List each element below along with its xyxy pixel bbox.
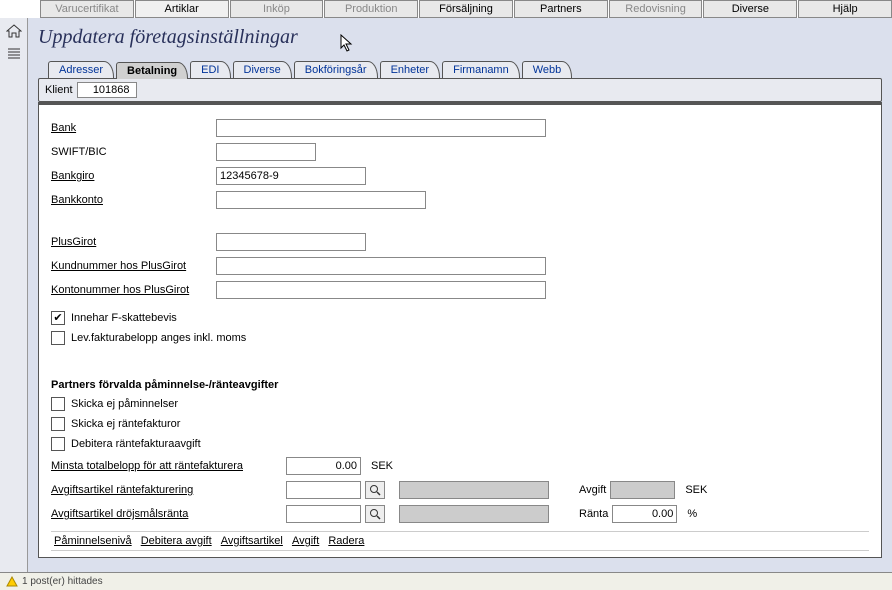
form-panel: Bank SWIFT/BIC Bankgiro Bankkonto PlusGi… [38,102,882,558]
checkbox-fskatt[interactable]: ✔ [51,311,65,325]
input-minsta[interactable] [286,457,361,475]
section-partners-header: Partners förvalda påminnelse-/ränteavgif… [51,379,869,391]
tab-enheter[interactable]: Enheter [380,61,441,78]
label-bankgiro: Bankgiro [51,170,216,182]
status-text: 1 post(er) hittades [22,576,103,587]
label-skicka-rantefakturor: Skicka ej räntefakturor [71,418,180,430]
tab-adresser[interactable]: Adresser [48,61,114,78]
readonly-dr-desc [399,505,549,523]
label-levfaktura: Lev.fakturabelopp anges inkl. moms [71,332,246,344]
label-bankkonto: Bankkonto [51,194,216,206]
page-title: Uppdatera företagsinställningar [38,26,882,49]
main-panel: Uppdatera företagsinställningar Adresser… [28,18,892,573]
klient-label: Klient [45,84,73,96]
input-ranta[interactable] [612,505,677,523]
readonly-avgift-value [610,481,675,499]
label-kontonummer: Kontonummer hos PlusGirot [51,284,216,296]
col-avgift[interactable]: Avgift [289,535,322,547]
tab-row: Adresser Betalning EDI Diverse Bokföring… [48,61,882,78]
menu-varucertifikat[interactable]: Varucertifikat [40,0,134,18]
label-ranta: Ränta [579,508,608,520]
menu-partners[interactable]: Partners [514,0,608,18]
tab-betalning[interactable]: Betalning [116,62,188,79]
input-avgiftsartikel-dr[interactable] [286,505,361,523]
unit-ranta: % [687,508,697,520]
unit-minsta: SEK [371,460,393,472]
col-debitera-avgift[interactable]: Debitera avgift [138,535,215,547]
table-header-row: Påminnelsenivå Debitera avgift Avgiftsar… [51,531,869,551]
checkbox-skicka-paminnelser[interactable] [51,397,65,411]
tab-webb[interactable]: Webb [522,61,573,78]
label-avgiftsartikel-rf: Avgiftsartikel räntefakturering [51,484,286,496]
input-kundnummer[interactable] [216,257,546,275]
unit-avgift: SEK [685,484,707,496]
menu-redovisning[interactable]: Redovisning [609,0,703,18]
search-icon [369,508,381,520]
label-debitera: Debitera räntefakturaavgift [71,438,201,450]
input-bankkonto[interactable] [216,191,426,209]
col-radera[interactable]: Radera [325,535,367,547]
input-avgiftsartikel-rf[interactable] [286,481,361,499]
input-plusgirot[interactable] [216,233,366,251]
label-bank: Bank [51,122,216,134]
menu-icon[interactable] [0,47,27,62]
tab-bokforingsar[interactable]: Bokföringsår [294,61,378,78]
input-swift[interactable] [216,143,316,161]
col-paminnelseniva[interactable]: Påminnelsenivå [51,535,135,547]
menu-artiklar[interactable]: Artiklar [135,0,229,18]
menu-inkop[interactable]: Inköp [230,0,324,18]
menu-produktion[interactable]: Produktion [324,0,418,18]
label-avgiftsartikel-dr: Avgiftsartikel dröjsmålsränta [51,508,286,520]
left-rail [0,18,28,573]
home-icon[interactable] [0,24,27,41]
label-avgift: Avgift [579,484,606,496]
label-kundnummer: Kundnummer hos PlusGirot [51,260,216,272]
tab-edi[interactable]: EDI [190,61,230,78]
top-menu: Varucertifikat Artiklar Inköp Produktion… [0,0,892,18]
input-bank[interactable] [216,119,546,137]
warning-icon [6,576,18,588]
checkbox-skicka-rantefakturor[interactable] [51,417,65,431]
label-fskatt: Innehar F-skattebevis [71,312,177,324]
menu-forsaljning[interactable]: Försäljning [419,0,513,18]
tab-firmanamn[interactable]: Firmanamn [442,61,520,78]
lookup-dr-button[interactable] [365,505,385,523]
menu-hjalp[interactable]: Hjälp [798,0,892,18]
label-skicka-paminnelser: Skicka ej påminnelser [71,398,178,410]
checkbox-debitera[interactable] [51,437,65,451]
checkbox-levfaktura[interactable] [51,331,65,345]
label-swift: SWIFT/BIC [51,146,216,158]
menu-diverse[interactable]: Diverse [703,0,797,18]
search-icon [369,484,381,496]
readonly-rf-desc [399,481,549,499]
status-bar: 1 post(er) hittades [0,572,892,590]
tab-diverse[interactable]: Diverse [233,61,292,78]
label-minsta: Minsta totalbelopp för att räntefakturer… [51,460,286,472]
col-avgiftsartikel[interactable]: Avgiftsartikel [218,535,286,547]
input-bankgiro[interactable] [216,167,366,185]
klient-bar: Klient 101868 [38,78,882,102]
label-plusgirot: PlusGirot [51,236,216,248]
klient-value: 101868 [77,82,137,98]
lookup-rf-button[interactable] [365,481,385,499]
input-kontonummer[interactable] [216,281,546,299]
